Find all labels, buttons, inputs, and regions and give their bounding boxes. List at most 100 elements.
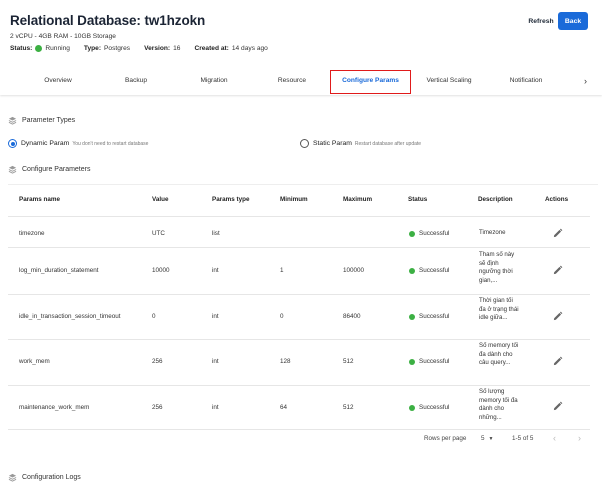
page-title: Relational Database: tw1hzokn: [10, 13, 206, 28]
param-minimum: 64: [280, 404, 288, 411]
radio-selected-icon: [8, 139, 17, 148]
tab-vertical-scaling[interactable]: Vertical Scaling: [420, 70, 478, 92]
layers-icon: [8, 473, 17, 482]
edit-pencil-icon[interactable]: [552, 311, 563, 322]
status-badge: Successful: [409, 404, 449, 411]
created-group: Created at: 14 days ago: [194, 45, 267, 52]
edit-pencil-icon[interactable]: [552, 356, 563, 367]
edit-pencil-icon[interactable]: [552, 401, 563, 412]
param-value: 256: [152, 404, 163, 411]
param-minimum: 1: [280, 267, 284, 274]
status-dot-icon: [35, 45, 43, 52]
param-name: idle_in_transaction_session_timeout: [19, 313, 121, 320]
version-label: Version:: [144, 45, 171, 52]
status-badge: Successful: [409, 267, 449, 274]
tab-resource[interactable]: Resource: [272, 70, 312, 92]
status-label: Status:: [10, 45, 33, 52]
back-button[interactable]: Back: [558, 12, 588, 30]
dynamic-param-radio[interactable]: Dynamic Param You don't need to restart …: [8, 139, 148, 148]
status-dot-icon: [409, 404, 415, 411]
created-label: Created at:: [194, 45, 229, 52]
status-group: Status: Running: [10, 45, 70, 52]
edit-pencil-icon[interactable]: [552, 228, 563, 239]
parameter-types-heading: Parameter Types: [8, 116, 75, 125]
column-header-status: Status: [408, 196, 428, 203]
rows-per-page-select[interactable]: 5 ▼: [481, 435, 493, 442]
static-param-radio[interactable]: Static Param Restart database after upda…: [300, 139, 421, 148]
status-value: Running: [45, 45, 70, 52]
refresh-button[interactable]: Refresh: [521, 14, 561, 28]
param-maximum: 512: [343, 404, 354, 411]
type-value: Postgres: [104, 45, 131, 52]
edit-pencil-icon[interactable]: [552, 265, 563, 276]
type-group: Type: Postgres: [84, 45, 130, 52]
param-description: Số memory tối đa dành cho câu query...: [479, 342, 519, 367]
tab-backup[interactable]: Backup: [118, 70, 154, 92]
status-dot-icon: [409, 313, 415, 320]
param-type: int: [212, 404, 219, 411]
column-header-name: Params name: [19, 196, 60, 203]
param-description: Tham số này sẽ định ngưỡng thời gian,...: [479, 251, 515, 285]
param-minimum: 0: [280, 313, 284, 320]
param-type: int: [212, 358, 219, 365]
static-param-hint: Restart database after update: [354, 140, 422, 147]
version-value: 16: [173, 45, 181, 52]
tab-bar: Overview Backup Migration Resource Confi…: [0, 70, 602, 94]
rows-per-page-label: Rows per page: [424, 435, 467, 442]
status-badge: Successful: [409, 358, 449, 365]
param-value: 0: [152, 313, 156, 320]
static-param-label: Static Param: [313, 140, 352, 147]
status-text: Successful: [419, 230, 450, 237]
version-group: Version: 16: [144, 45, 180, 52]
param-name: timezone: [19, 230, 45, 237]
status-dot-icon: [409, 230, 415, 237]
tab-notification[interactable]: Notification: [503, 70, 549, 92]
param-maximum: 100000: [343, 267, 365, 274]
pagination-range: 1-5 of 5: [512, 435, 534, 442]
column-header-value: Value: [152, 196, 169, 203]
configure-parameters-heading: Configure Parameters: [8, 165, 90, 174]
status-text: Successful: [419, 358, 450, 365]
param-description: Thời gian tối đa ở trạng thái idle giữa.…: [479, 297, 519, 322]
status-text: Successful: [419, 267, 450, 274]
param-type-options: Dynamic Param You don't need to restart …: [8, 139, 598, 151]
param-name: log_min_duration_statement: [19, 267, 99, 274]
tab-overview[interactable]: Overview: [40, 70, 76, 92]
param-name: maintenance_work_mem: [19, 404, 90, 411]
status-text: Successful: [419, 404, 450, 411]
layers-icon: [8, 116, 17, 125]
param-value: 10000: [152, 267, 170, 274]
param-minimum: 128: [280, 358, 291, 365]
dynamic-param-hint: You don't need to restart database: [72, 140, 149, 147]
next-page-icon[interactable]: ›: [578, 433, 581, 443]
parameter-types-title: Parameter Types: [22, 117, 76, 124]
previous-page-icon[interactable]: ‹: [553, 433, 556, 443]
active-tab-highlight: [330, 70, 411, 94]
configure-parameters-title: Configure Parameters: [22, 166, 91, 173]
layers-icon: [8, 165, 17, 174]
radio-unselected-icon: [300, 139, 309, 148]
param-name: work_mem: [19, 358, 50, 365]
status-badge: Successful: [409, 313, 449, 320]
param-description: Timezone: [479, 229, 506, 236]
created-value: 14 days ago: [231, 45, 268, 52]
tabs-scroll-right-icon[interactable]: ›: [584, 76, 587, 86]
column-header-description: Description: [478, 196, 513, 203]
caret-down-icon: ▼: [488, 435, 494, 442]
column-header-type: Params type: [212, 196, 250, 203]
param-maximum: 512: [343, 358, 354, 365]
configuration-logs-heading: Configuration Logs: [8, 473, 81, 482]
instance-meta: Status: Running Type: Postgres Version: …: [10, 45, 282, 52]
param-type: list: [212, 230, 220, 237]
status-badge: Successful: [409, 230, 449, 237]
column-header-minimum: Minimum: [280, 196, 308, 203]
param-maximum: 86400: [343, 313, 361, 320]
tab-migration[interactable]: Migration: [193, 70, 235, 92]
type-label: Type:: [83, 45, 102, 52]
param-type: int: [212, 267, 219, 274]
param-description: Số lượng memory tối đa dành cho những...: [479, 388, 518, 422]
rows-per-page-value: 5: [481, 435, 485, 442]
instance-specs: 2 vCPU - 4GB RAM - 10GB Storage: [10, 33, 116, 40]
param-type: int: [212, 313, 219, 320]
status-dot-icon: [409, 267, 415, 274]
